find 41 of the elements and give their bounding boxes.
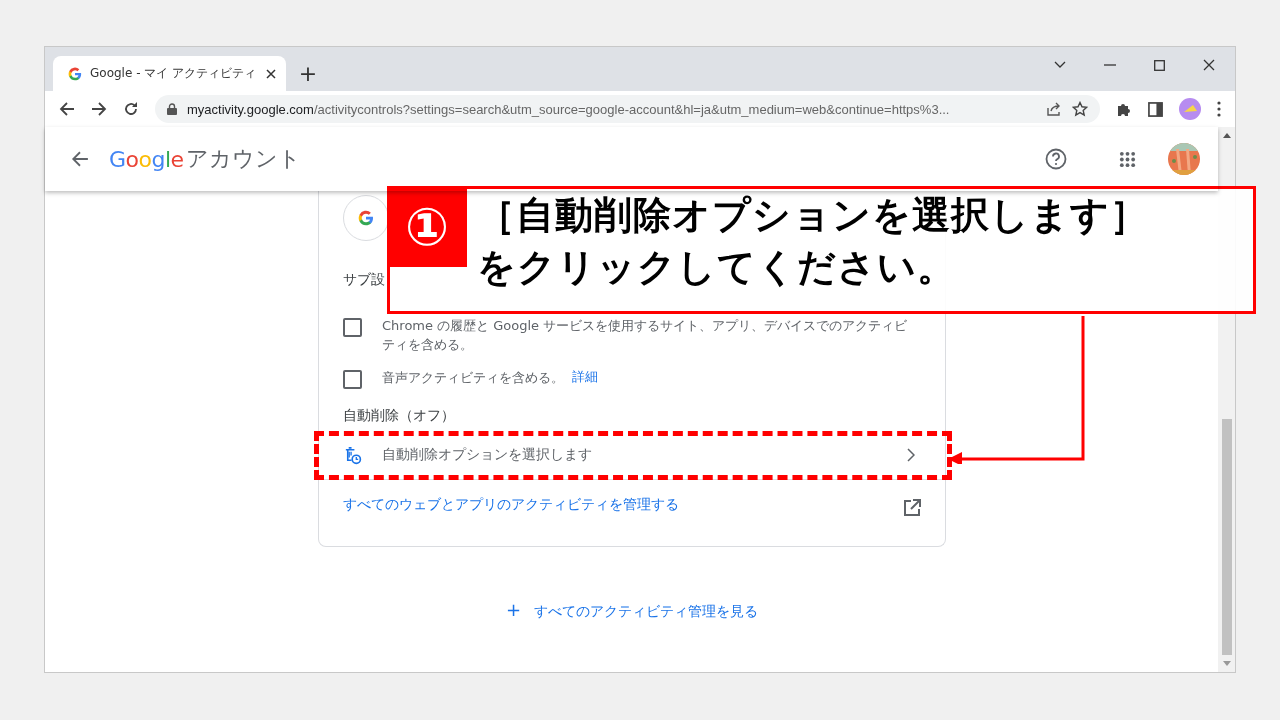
share-icon[interactable]	[1046, 101, 1062, 117]
chevron-right-icon	[907, 448, 915, 462]
help-icon[interactable]	[1045, 148, 1067, 170]
reload-icon[interactable]	[123, 101, 139, 117]
scrollbar-thumb[interactable]	[1222, 419, 1232, 655]
puzzle-icon[interactable]	[1116, 101, 1132, 117]
close-icon[interactable]	[1203, 59, 1215, 71]
apps-grid-icon[interactable]	[1119, 150, 1136, 168]
checkbox[interactable]	[343, 370, 362, 389]
see-all-activity-link[interactable]: + すべてのアクティビティ管理を見る	[506, 599, 758, 621]
star-icon[interactable]	[1072, 101, 1088, 117]
side-panel-icon[interactable]	[1148, 101, 1163, 117]
trash-clock-icon	[343, 445, 362, 465]
profile-avatar-icon[interactable]	[1179, 98, 1201, 120]
checkbox[interactable]	[343, 318, 362, 337]
manage-activity-link[interactable]: すべてのウェブとアプリのアクティビティを管理する	[343, 496, 679, 514]
chevron-down-icon[interactable]	[1054, 61, 1066, 69]
google-icon	[68, 66, 82, 81]
back-icon[interactable]	[71, 150, 89, 168]
browser-tab[interactable]: Google - マイ アクティビティ	[53, 56, 286, 91]
section-label: サブ設	[343, 271, 385, 289]
forward-icon[interactable]	[91, 101, 107, 117]
step-number: ①	[387, 186, 467, 267]
tab-title: Google - マイ アクティビティ	[90, 65, 258, 82]
back-icon[interactable]	[59, 101, 75, 117]
url-text: myactivity.google.com/activitycontrols?settings=search&utm_source=google-account&hl=ja&utm_medium=web&continue=https%3...	[187, 101, 951, 117]
header-title: アカウント	[185, 145, 301, 173]
maximize-icon[interactable]	[1154, 59, 1165, 71]
lock-icon	[167, 103, 177, 115]
close-icon[interactable]	[266, 68, 276, 79]
address-bar[interactable]: myactivity.google.com/activitycontrols?settings=search&utm_source=google-account&hl=ja&utm_medium=web&continue=https%3...	[155, 95, 1100, 123]
google-logo: Google	[109, 146, 184, 172]
external-link-icon[interactable]	[903, 499, 921, 517]
checkbox-label: 音声アクティビティを含める。	[382, 369, 564, 387]
auto-delete-option[interactable]: 自動削除オプションを選択します	[319, 435, 945, 480]
auto-delete-label: 自動削除（オフ）	[343, 407, 455, 425]
new-tab-button[interactable]: +	[288, 56, 328, 91]
checkbox-label: Chrome の履歴と Google サービスを使用するサイト、アプリ、デバイスでのアクティビティを含める。	[382, 317, 909, 354]
details-link[interactable]: 詳細	[572, 368, 598, 386]
callout-text: ［自動削除オプションを選択します］ をクリックしてください。	[476, 192, 1149, 291]
menu-icon[interactable]	[1217, 101, 1221, 117]
